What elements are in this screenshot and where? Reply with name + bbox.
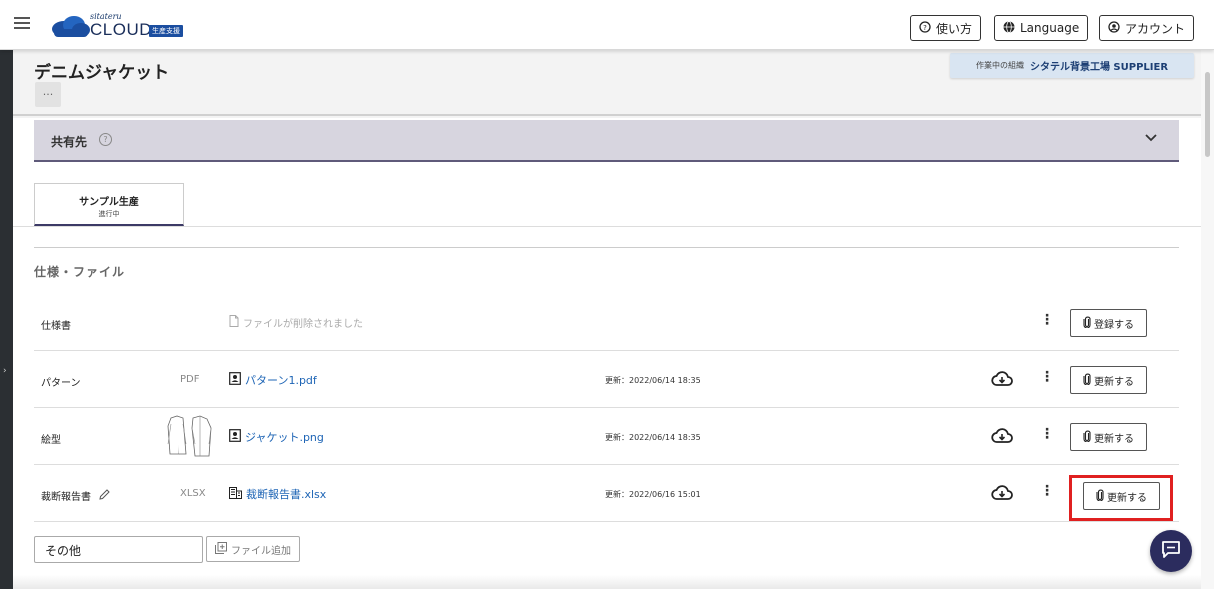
row-name-label: パターン (41, 378, 81, 389)
tab-sample-production[interactable]: サンプル生産 進行中 (34, 183, 184, 226)
chevron-right-icon[interactable]: › (3, 366, 7, 376)
building-icon (229, 486, 242, 502)
update-button[interactable]: 更新する (1070, 366, 1147, 394)
updated-time: 更新：2022/06/14 18:35 (605, 433, 701, 442)
section-divider (34, 247, 1179, 248)
chat-bubble-icon (1161, 540, 1181, 563)
file-user-icon (229, 429, 241, 445)
share-label: 共有先 (51, 135, 88, 149)
tab-title: サンプル生産 (79, 197, 139, 208)
paperclip-icon (1083, 373, 1091, 388)
tab-divider (13, 226, 1201, 227)
row-name: パターン (41, 374, 81, 389)
paperclip-icon (1096, 489, 1104, 504)
kebab-menu-icon[interactable]: ⋮ (1040, 370, 1054, 384)
paperclip-icon (1083, 316, 1091, 331)
cloud-download-icon[interactable] (991, 485, 1013, 505)
file-name[interactable]: パターン1.pdf (245, 372, 317, 388)
logo-badge: 生産支援 (149, 25, 183, 37)
svg-text:?: ? (923, 24, 927, 32)
add-file-icon (215, 541, 227, 557)
share-accordion[interactable]: 共有先 ? (34, 120, 1179, 162)
register-button[interactable]: 登録する (1070, 309, 1147, 337)
left-rail[interactable]: › (0, 48, 13, 589)
jacket-thumbnail[interactable] (167, 414, 213, 464)
language-button[interactable]: Language (994, 15, 1089, 41)
other-category-input[interactable]: その他 (34, 536, 203, 563)
file-row-cutting-report: 裁断報告書 XLSX 裁断報告書.xlsx 更新：2022/06/16 15:0… (34, 466, 1179, 522)
updated-time: 更新：2022/06/14 18:35 (605, 376, 701, 385)
main-panel: デニムジャケット ··· 作業中の組織 シタテル背景工場 SUPPLIER 共有… (13, 50, 1201, 589)
row-name: 裁断報告書 (41, 488, 110, 503)
file-row-pattern: パターン PDF パターン1.pdf 更新：2022/06/14 18:35 ⋮… (34, 352, 1179, 408)
help-button[interactable]: ? 使い方 (910, 15, 982, 41)
update-button[interactable]: 更新する (1070, 423, 1147, 451)
user-circle-icon (1108, 20, 1120, 36)
pencil-icon[interactable] (99, 488, 110, 503)
language-label: Language (1020, 21, 1080, 35)
file-link[interactable]: ジャケット.png (229, 429, 324, 445)
content-area: 共有先 ? サンプル生産 進行中 仕様・ファイル 仕様書 ファイルが削除されまし… (13, 118, 1201, 589)
document-icon (229, 315, 239, 330)
row-name-label: 裁断報告書 (41, 492, 91, 503)
scrollbar-thumb[interactable] (1205, 72, 1210, 157)
more-options-button[interactable]: ··· (35, 82, 61, 107)
row-name-label: 仕様書 (41, 321, 71, 332)
row-name-label: 絵型 (41, 435, 61, 446)
current-organization-badge: 作業中の組織 シタテル背景工場 SUPPLIER (950, 53, 1194, 78)
paperclip-icon (1083, 430, 1091, 445)
title-area: デニムジャケット ··· 作業中の組織 シタテル背景工場 SUPPLIER (13, 50, 1201, 116)
cloud-logo-icon (52, 16, 90, 37)
button-label: 登録する (1094, 319, 1134, 331)
account-button[interactable]: アカウント (1099, 15, 1195, 41)
help-label: 使い方 (936, 21, 973, 36)
hamburger-menu-icon[interactable] (14, 17, 30, 29)
updated-time: 更新：2022/06/16 15:01 (605, 490, 701, 499)
button-label: 更新する (1094, 376, 1134, 388)
chat-button[interactable] (1150, 530, 1192, 572)
deleted-file: ファイルが削除されました (229, 315, 363, 330)
help-icon[interactable]: ? (99, 133, 112, 146)
top-header: sitateru CLOUD 生産支援 ? 使い方 Language アカウント (0, 0, 1214, 50)
add-file-label: ファイル追加 (231, 545, 291, 557)
file-user-icon (229, 372, 241, 388)
file-row-illustration: 絵型 ジャケット.png 更新：2022/06/14 18:35 ⋮ 更新する (34, 409, 1179, 465)
org-label: 作業中の組織 (975, 61, 1024, 70)
file-name: ファイルが削除されました (243, 319, 363, 330)
section-title: 仕様・ファイル (34, 265, 126, 279)
file-name[interactable]: 裁断報告書.xlsx (246, 486, 326, 502)
update-button[interactable]: 更新する (1083, 482, 1160, 510)
add-file-button[interactable]: ファイル追加 (206, 536, 300, 562)
chevron-down-icon[interactable] (1145, 130, 1157, 146)
question-circle-icon: ? (919, 20, 931, 36)
file-link[interactable]: 裁断報告書.xlsx (229, 486, 326, 502)
cloud-download-icon[interactable] (991, 428, 1013, 448)
page-title: デニムジャケット (34, 63, 170, 83)
button-label: 更新する (1107, 492, 1147, 504)
bottom-shadow (13, 575, 1201, 589)
account-label: アカウント (1125, 21, 1186, 36)
tab-status: 進行中 (98, 210, 120, 218)
cloud-download-icon[interactable] (991, 371, 1013, 391)
globe-icon (1003, 20, 1015, 36)
file-name[interactable]: ジャケット.png (245, 429, 324, 445)
org-name: シタテル背景工場 SUPPLIER (1029, 62, 1169, 73)
file-type: XLSX (180, 488, 206, 499)
kebab-menu-icon[interactable]: ⋮ (1040, 313, 1054, 327)
file-type: PDF (180, 374, 200, 385)
row-name: 絵型 (41, 431, 61, 446)
kebab-menu-icon[interactable]: ⋮ (1040, 484, 1054, 498)
vertical-scrollbar[interactable] (1201, 50, 1214, 589)
row-name: 仕様書 (41, 317, 71, 332)
logo-text: CLOUD (90, 20, 153, 39)
app-logo[interactable]: sitateru CLOUD 生産支援 (50, 12, 200, 40)
file-link[interactable]: パターン1.pdf (229, 372, 317, 388)
file-row-spec: 仕様書 ファイルが削除されました ⋮ 登録する (34, 295, 1179, 351)
kebab-menu-icon[interactable]: ⋮ (1040, 427, 1054, 441)
button-label: 更新する (1094, 433, 1134, 445)
